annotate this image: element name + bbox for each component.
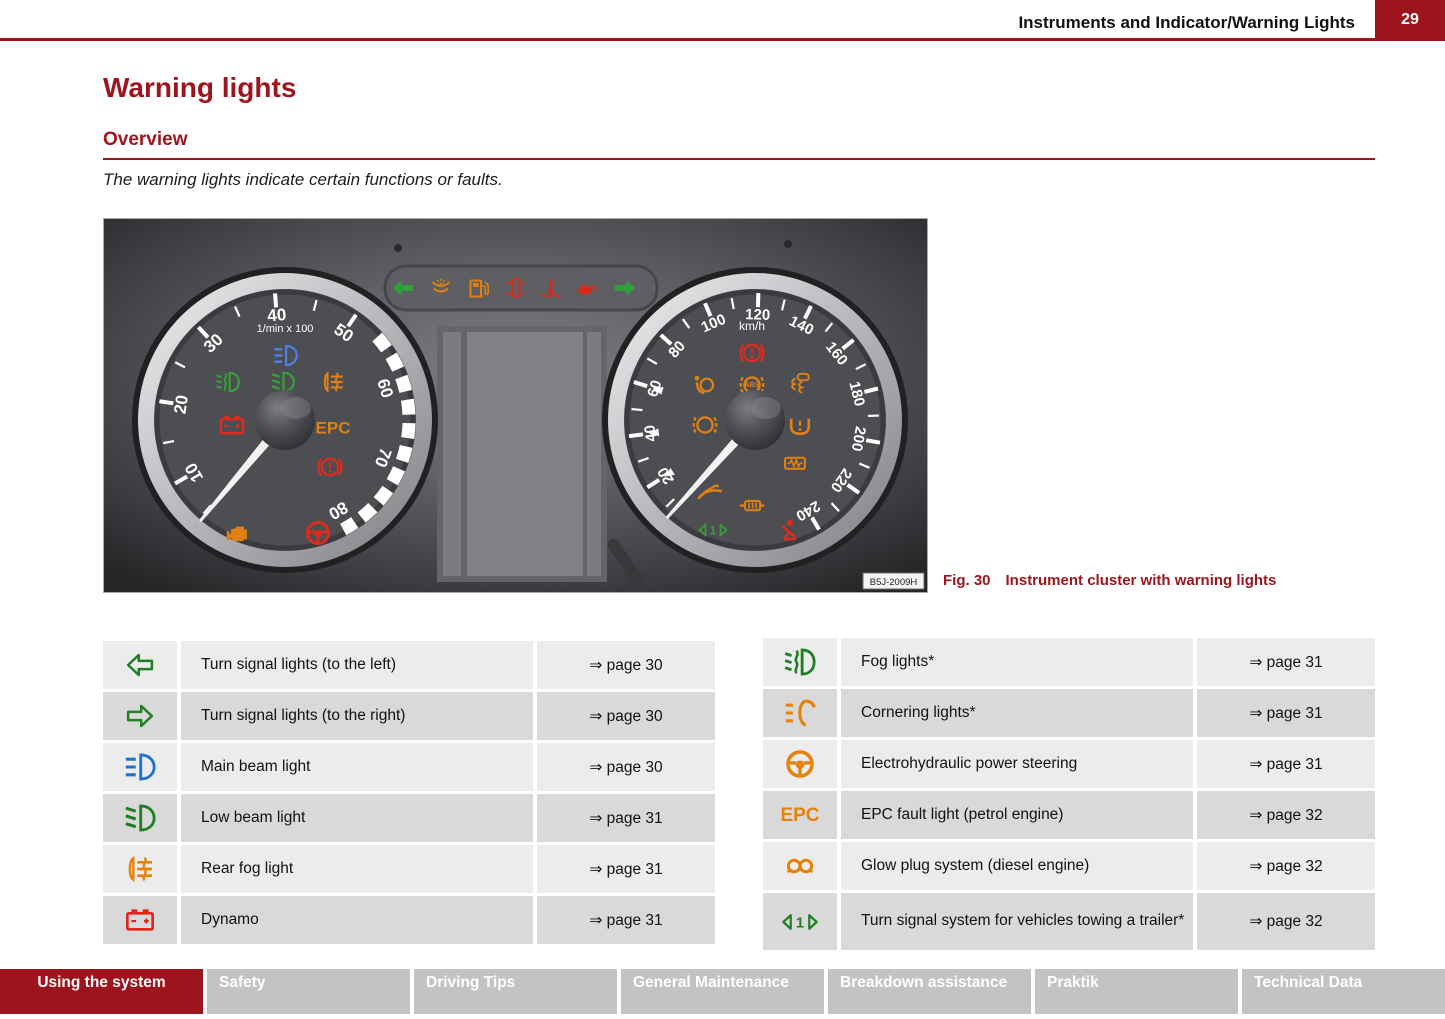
warning-lights-table-left: Turn signal lights (to the left) ⇒ page …	[103, 641, 715, 947]
table-row: Electrohydraulic power steering ⇒ page 3…	[763, 740, 1375, 788]
page-reference[interactable]: ⇒ page 32	[1197, 842, 1375, 890]
fog-lights-icon	[763, 638, 837, 686]
warning-light-label: EPC fault light (petrol engine)	[841, 791, 1193, 839]
manual-page: Instruments and Indicator/Warning Lights…	[0, 0, 1445, 1019]
warning-light-label: Rear fog light	[181, 845, 533, 893]
footer-tab-bar: Using the system Safety Driving Tips Gen…	[0, 969, 1445, 1014]
trailer-turn-signal-icon	[763, 893, 837, 950]
main-beam-icon	[103, 743, 177, 791]
warning-light-label: Cornering lights*	[841, 689, 1193, 737]
section-heading: Overview	[103, 129, 1375, 160]
tab-breakdown-assistance[interactable]: Breakdown assistance	[828, 969, 1031, 1014]
table-row: Cornering lights* ⇒ page 31	[763, 689, 1375, 737]
page-reference[interactable]: ⇒ page 31	[1197, 689, 1375, 737]
table-row: Glow plug system (diesel engine) ⇒ page …	[763, 842, 1375, 890]
epc-icon: EPC	[763, 791, 837, 839]
turn-signal-right-icon	[103, 692, 177, 740]
header-rule	[0, 38, 1445, 41]
page-reference[interactable]: ⇒ page 31	[1197, 740, 1375, 788]
power-steering-icon	[763, 740, 837, 788]
table-row: Turn signal lights (to the right) ⇒ page…	[103, 692, 715, 740]
table-row: Low beam light ⇒ page 31	[103, 794, 715, 842]
warning-light-label: Electrohydraulic power steering	[841, 740, 1193, 788]
intro-text: The warning lights indicate certain func…	[103, 170, 503, 190]
page-reference[interactable]: ⇒ page 30	[537, 641, 715, 689]
center-display	[437, 326, 607, 582]
epc-icon: EPC	[316, 419, 351, 438]
tab-using-the-system[interactable]: Using the system	[0, 969, 203, 1014]
instrument-cluster-figure: 10 20 30 40 50 60 70 80 1/min x 100 EPC	[103, 218, 928, 593]
instrument-cluster-image: 10 20 30 40 50 60 70 80 1/min x 100 EPC	[103, 218, 928, 593]
figure-caption-text: Instrument cluster with warning lights	[1006, 572, 1277, 589]
page-reference[interactable]: ⇒ page 32	[1197, 791, 1375, 839]
header-chapter-title: Instruments and Indicator/Warning Lights	[1018, 13, 1355, 33]
tab-praktik[interactable]: Praktik	[1035, 969, 1238, 1014]
table-row: Dynamo ⇒ page 31	[103, 896, 715, 944]
page-reference[interactable]: ⇒ page 31	[537, 794, 715, 842]
table-row: Fog lights* ⇒ page 31	[763, 638, 1375, 686]
tab-technical-data[interactable]: Technical Data	[1242, 969, 1445, 1014]
glow-plug-icon	[763, 842, 837, 890]
tachometer-unit-label: 1/min x 100	[257, 323, 314, 335]
speedometer-unit-label: km/h	[739, 319, 765, 333]
tachometer: 10 20 30 40 50 60 70 80 1/min x 100 EPC	[132, 267, 438, 573]
rear-fog-light-icon	[325, 373, 343, 391]
low-beam-icon	[103, 794, 177, 842]
page-reference[interactable]: ⇒ page 30	[537, 743, 715, 791]
cornering-lights-icon	[763, 689, 837, 737]
tab-safety[interactable]: Safety	[207, 969, 410, 1014]
table-row: EPC EPC fault light (petrol engine) ⇒ pa…	[763, 791, 1375, 839]
warning-light-label: Glow plug system (diesel engine)	[841, 842, 1193, 890]
warning-light-label: Turn signal lights (to the left)	[181, 641, 533, 689]
indicator-strip	[385, 266, 657, 310]
svg-text:40: 40	[641, 424, 660, 443]
warning-light-label: Fog lights*	[841, 638, 1193, 686]
svg-text:B5J-2009H: B5J-2009H	[870, 577, 918, 588]
figure-caption-label: Fig. 30	[943, 572, 991, 589]
warning-light-label: Low beam light	[181, 794, 533, 842]
page-reference[interactable]: ⇒ page 31	[537, 845, 715, 893]
speedometer: 20 40 60 80 100 120 140 160 180 200 220 …	[602, 267, 908, 573]
figure-caption: Fig. 30 Instrument cluster with warning l…	[943, 572, 1276, 589]
page-title: Warning lights	[103, 72, 296, 104]
warning-lights-table-right: Fog lights* ⇒ page 31 Cornering lights* …	[763, 638, 1375, 953]
warning-light-label: Dynamo	[181, 896, 533, 944]
speedometer-hub	[725, 390, 785, 450]
svg-text:ABS: ABS	[745, 382, 760, 389]
image-code-label: B5J-2009H	[863, 573, 924, 589]
svg-text:20: 20	[170, 394, 192, 416]
battery-dynamo-icon	[103, 896, 177, 944]
page-reference[interactable]: ⇒ page 31	[1197, 638, 1375, 686]
svg-text:EPC: EPC	[780, 805, 819, 826]
warning-light-label: Main beam light	[181, 743, 533, 791]
warning-light-label: Turn signal system for vehicles towing a…	[841, 893, 1193, 950]
page-reference[interactable]: ⇒ page 32	[1197, 893, 1375, 950]
warning-light-label: Turn signal lights (to the right)	[181, 692, 533, 740]
page-number-badge: 29	[1375, 0, 1445, 40]
table-row: Turn signal system for vehicles towing a…	[763, 893, 1375, 950]
tachometer-hub	[255, 390, 315, 450]
tab-driving-tips[interactable]: Driving Tips	[414, 969, 617, 1014]
turn-signal-left-icon	[103, 641, 177, 689]
rear-fog-light-icon	[103, 845, 177, 893]
table-row: Main beam light ⇒ page 30	[103, 743, 715, 791]
page-number: 29	[1401, 11, 1419, 29]
table-row: Rear fog light ⇒ page 31	[103, 845, 715, 893]
tab-general-maintenance[interactable]: General Maintenance	[621, 969, 824, 1014]
page-reference[interactable]: ⇒ page 31	[537, 896, 715, 944]
page-reference[interactable]: ⇒ page 30	[537, 692, 715, 740]
table-row: Turn signal lights (to the left) ⇒ page …	[103, 641, 715, 689]
